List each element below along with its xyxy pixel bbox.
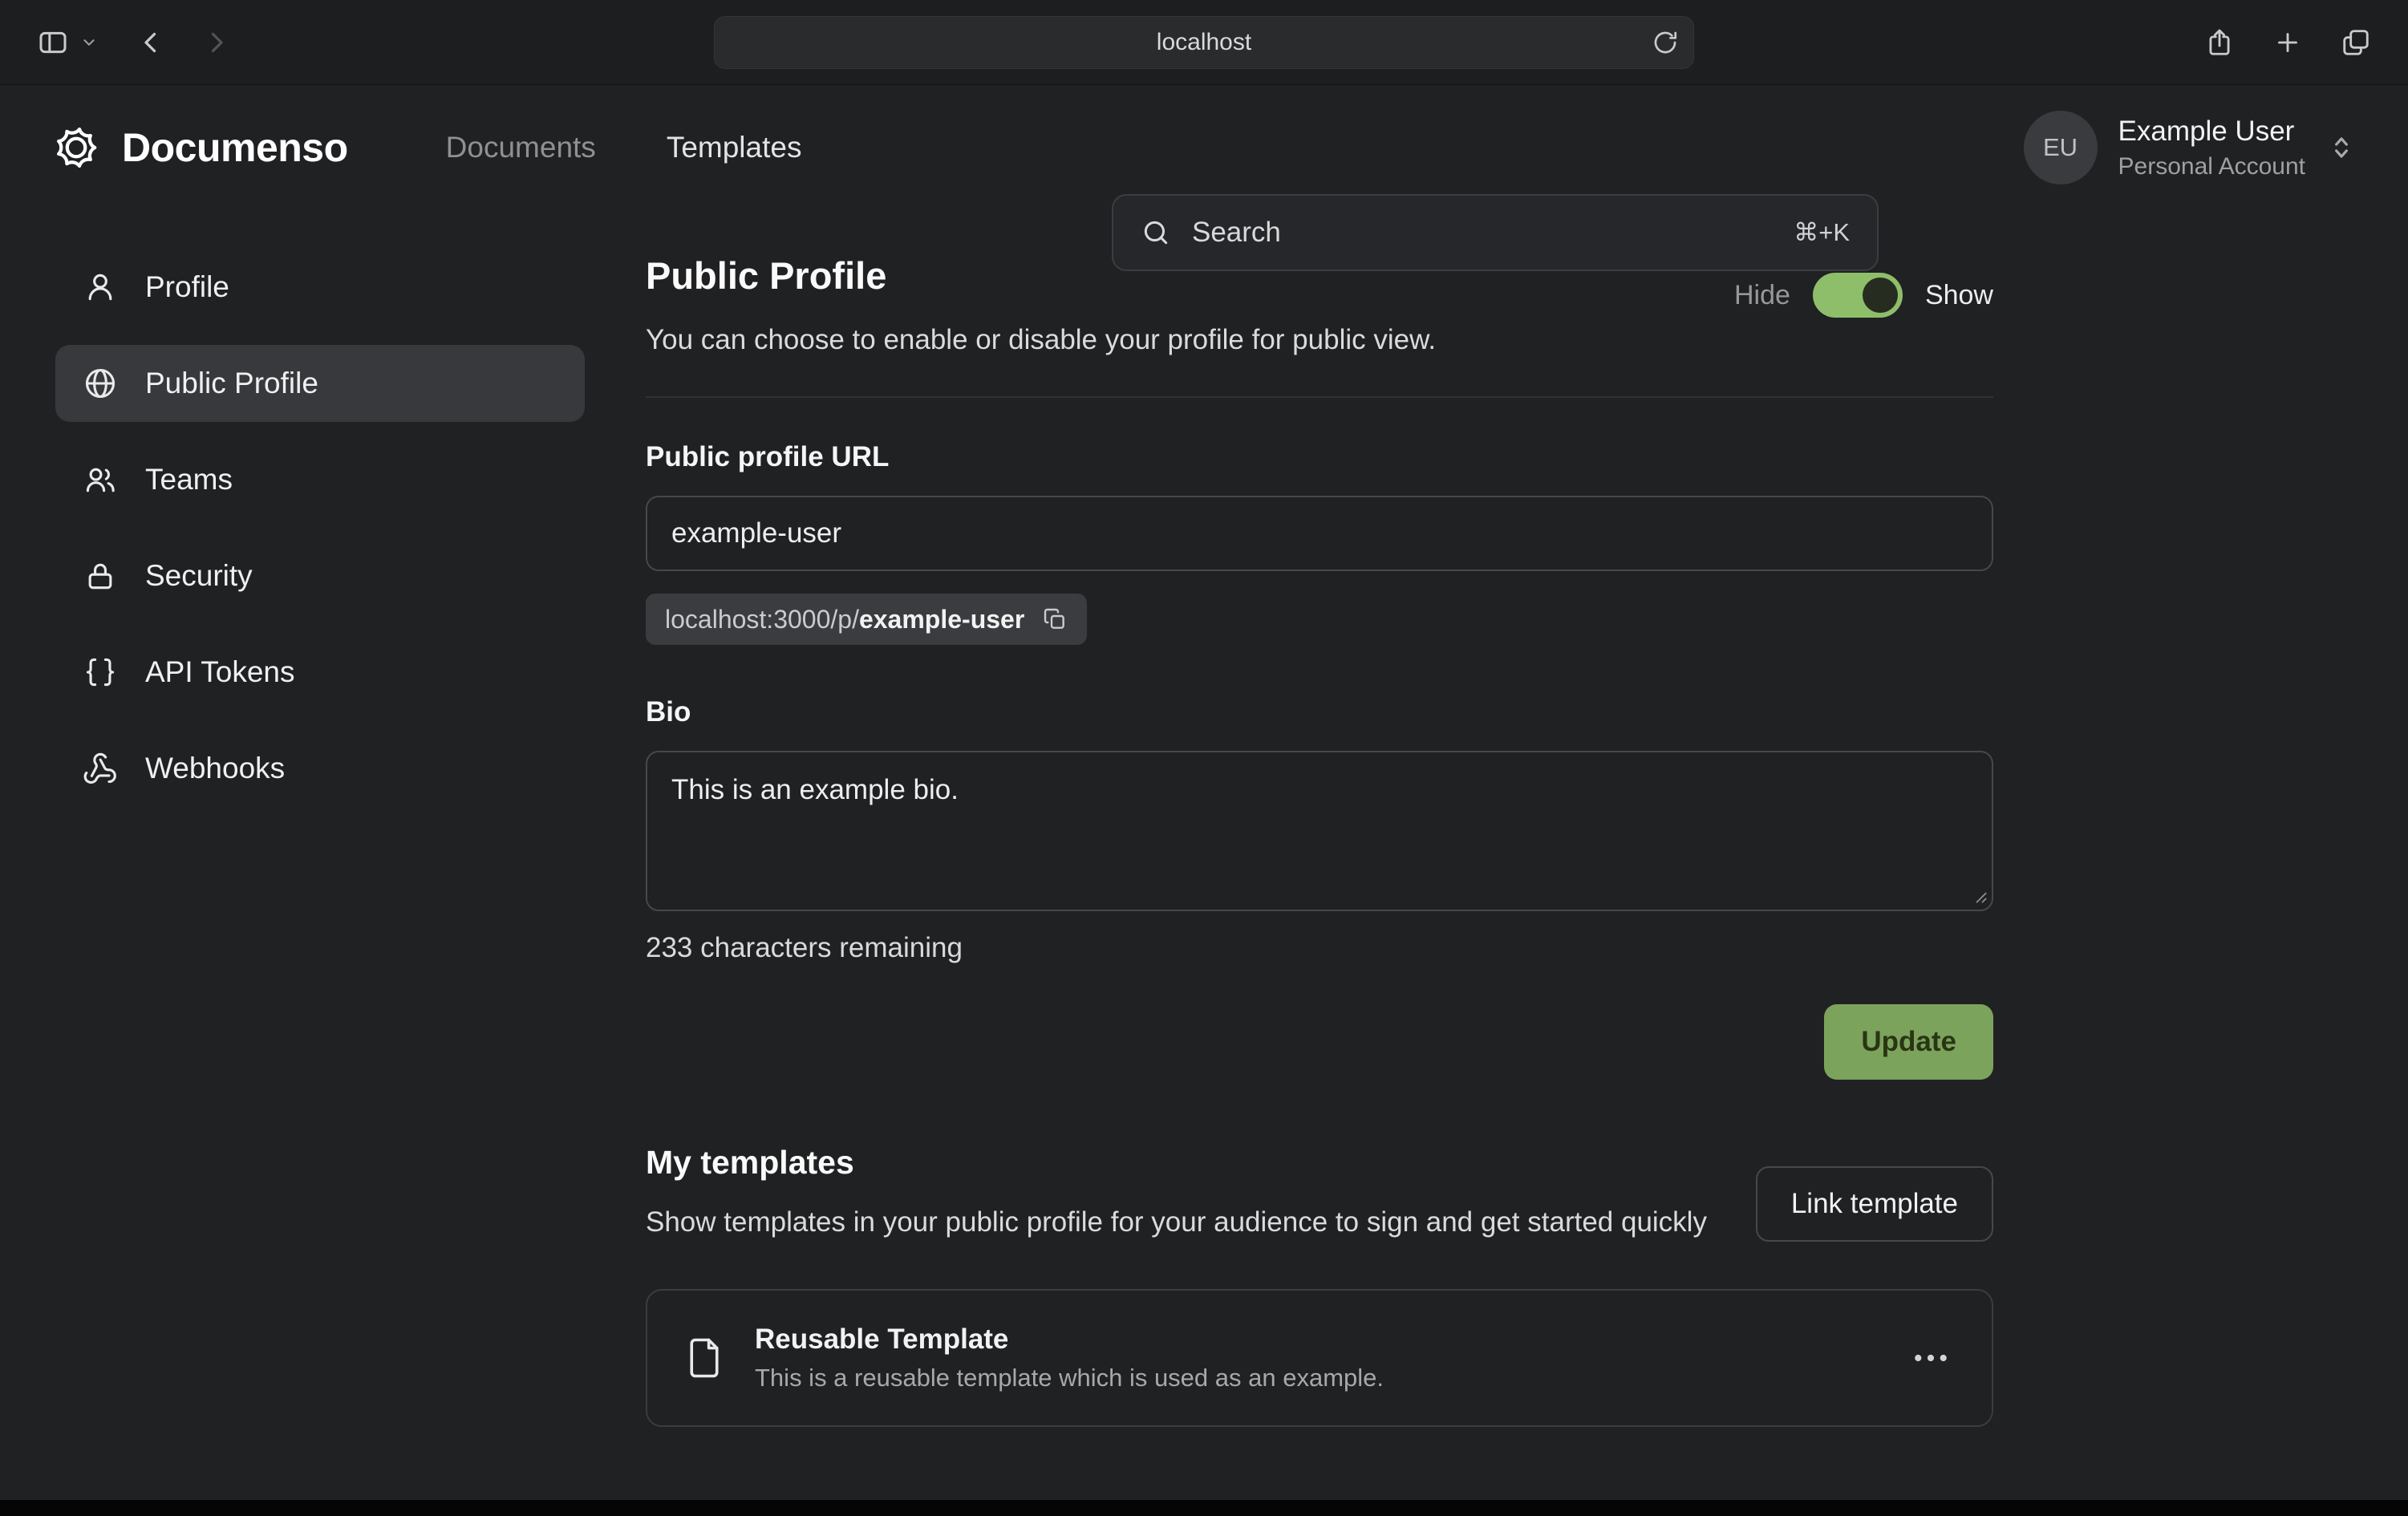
file-icon <box>683 1336 726 1380</box>
section-divider <box>646 396 1993 398</box>
chevron-left-icon <box>136 28 165 57</box>
brand-name: Documenso <box>122 124 348 171</box>
public-profile-url-label: Public profile URL <box>646 441 1993 473</box>
search-icon <box>1141 217 1171 248</box>
avatar-initials: EU <box>2043 133 2078 162</box>
webhook-icon <box>83 751 118 786</box>
ellipsis-icon <box>1913 1352 1948 1364</box>
sidebar-item-webhooks[interactable]: Webhooks <box>55 730 585 807</box>
chevron-down-icon <box>80 34 98 51</box>
profile-url-slug: example-user <box>859 605 1024 634</box>
user-account-type: Personal Account <box>2118 153 2305 180</box>
chevron-right-icon <box>202 28 231 57</box>
profile-url-prefix: localhost:3000/p/ <box>665 605 859 634</box>
profile-url-text: localhost:3000/p/example-user <box>665 605 1024 634</box>
bio-field-wrap: This is an example bio. <box>646 751 1993 911</box>
address-url: localhost <box>1157 29 1251 56</box>
braces-icon <box>83 655 118 690</box>
sidebar-item-label: Public Profile <box>145 367 318 400</box>
share-icon <box>2204 27 2235 58</box>
refresh-button[interactable] <box>1652 29 1679 56</box>
user-name: Example User <box>2118 116 2305 148</box>
browser-window: localhost Documenso Docu <box>0 0 2408 1516</box>
nav-documents[interactable]: Documents <box>446 131 596 164</box>
sidebar-item-public-profile[interactable]: Public Profile <box>55 345 585 422</box>
sidebar-item-label: Profile <box>145 270 229 304</box>
forward-button[interactable] <box>202 28 231 57</box>
profile-url-preview: localhost:3000/p/example-user <box>646 594 1087 645</box>
tabs-icon <box>2341 27 2371 58</box>
bio-label: Bio <box>646 696 1993 728</box>
search-input[interactable] <box>1192 217 1773 249</box>
copy-url-button[interactable] <box>1042 606 1068 632</box>
update-button[interactable]: Update <box>1824 1004 1993 1080</box>
sidebar-item-api-tokens[interactable]: API Tokens <box>55 634 585 711</box>
back-button[interactable] <box>136 28 165 57</box>
characters-remaining: 233 characters remaining <box>646 932 1993 964</box>
sidebar-item-profile[interactable]: Profile <box>55 249 585 326</box>
bio-textarea[interactable]: This is an example bio. <box>646 751 1993 911</box>
avatar: EU <box>2024 111 2098 184</box>
profile-visibility-toggle[interactable] <box>1813 273 1903 318</box>
browser-toolbar: localhost <box>0 0 2408 85</box>
sidebar-toggle-button[interactable] <box>37 26 69 59</box>
users-icon <box>83 462 118 497</box>
settings-content: Public Profile You can choose to enable … <box>646 253 1993 1427</box>
sidebar-item-label: Webhooks <box>145 752 285 785</box>
plus-icon <box>2273 28 2302 57</box>
resize-handle[interactable] <box>1969 886 1987 903</box>
sidebar-item-teams[interactable]: Teams <box>55 441 585 518</box>
link-template-button[interactable]: Link template <box>1756 1166 1993 1242</box>
brand[interactable]: Documenso <box>51 123 348 172</box>
template-text: Reusable Template This is a reusable tem… <box>755 1323 1384 1392</box>
template-description: This is a reusable template which is use… <box>755 1364 1384 1392</box>
sidebar-options-button[interactable] <box>80 34 98 51</box>
new-tab-button[interactable] <box>2273 28 2302 57</box>
settings-sidebar: Profile Public Profile Teams Security AP… <box>55 249 585 807</box>
app-header: Documenso Documents Templates ⌘+K EU Exa… <box>0 85 2408 210</box>
template-menu-button[interactable] <box>1905 1344 1956 1372</box>
sidebar-item-label: Teams <box>145 463 233 497</box>
user-menu[interactable]: EU Example User Personal Account <box>2024 111 2357 184</box>
lock-icon <box>83 558 118 594</box>
sidebar-item-label: Security <box>145 559 253 593</box>
globe-icon <box>83 366 118 401</box>
page-subtitle: You can choose to enable or disable your… <box>646 322 1993 358</box>
tab-overview-button[interactable] <box>2341 27 2371 58</box>
refresh-icon <box>1652 29 1679 56</box>
top-nav: Documents Templates <box>446 131 802 164</box>
sidebar-item-label: API Tokens <box>145 655 294 689</box>
copy-icon <box>1042 606 1068 632</box>
toggle-knob <box>1863 278 1898 313</box>
visibility-row: Hide Show <box>1734 273 1993 318</box>
my-templates-section: My templates Show templates in your publ… <box>646 1144 1993 1242</box>
address-bar[interactable]: localhost <box>714 16 1694 69</box>
update-row: Update <box>646 1004 1993 1080</box>
template-card: Reusable Template This is a reusable tem… <box>646 1289 1993 1427</box>
chevron-up-down-icon <box>2326 132 2357 163</box>
my-templates-description: Show templates in your public profile fo… <box>646 1202 1721 1242</box>
sidebar-item-security[interactable]: Security <box>55 537 585 614</box>
hide-label: Hide <box>1734 280 1790 311</box>
share-button[interactable] <box>2204 27 2235 58</box>
search-shortcut: ⌘+K <box>1794 218 1850 247</box>
user-icon <box>83 270 118 305</box>
nav-templates[interactable]: Templates <box>667 131 802 164</box>
sidebar-panel-icon <box>37 26 69 59</box>
window-bottom-edge <box>0 1500 2408 1516</box>
public-profile-url-input[interactable] <box>646 496 1993 571</box>
show-label: Show <box>1925 280 1993 311</box>
template-name: Reusable Template <box>755 1323 1384 1356</box>
documenso-logo-icon <box>51 123 101 172</box>
user-text: Example User Personal Account <box>2118 116 2305 180</box>
